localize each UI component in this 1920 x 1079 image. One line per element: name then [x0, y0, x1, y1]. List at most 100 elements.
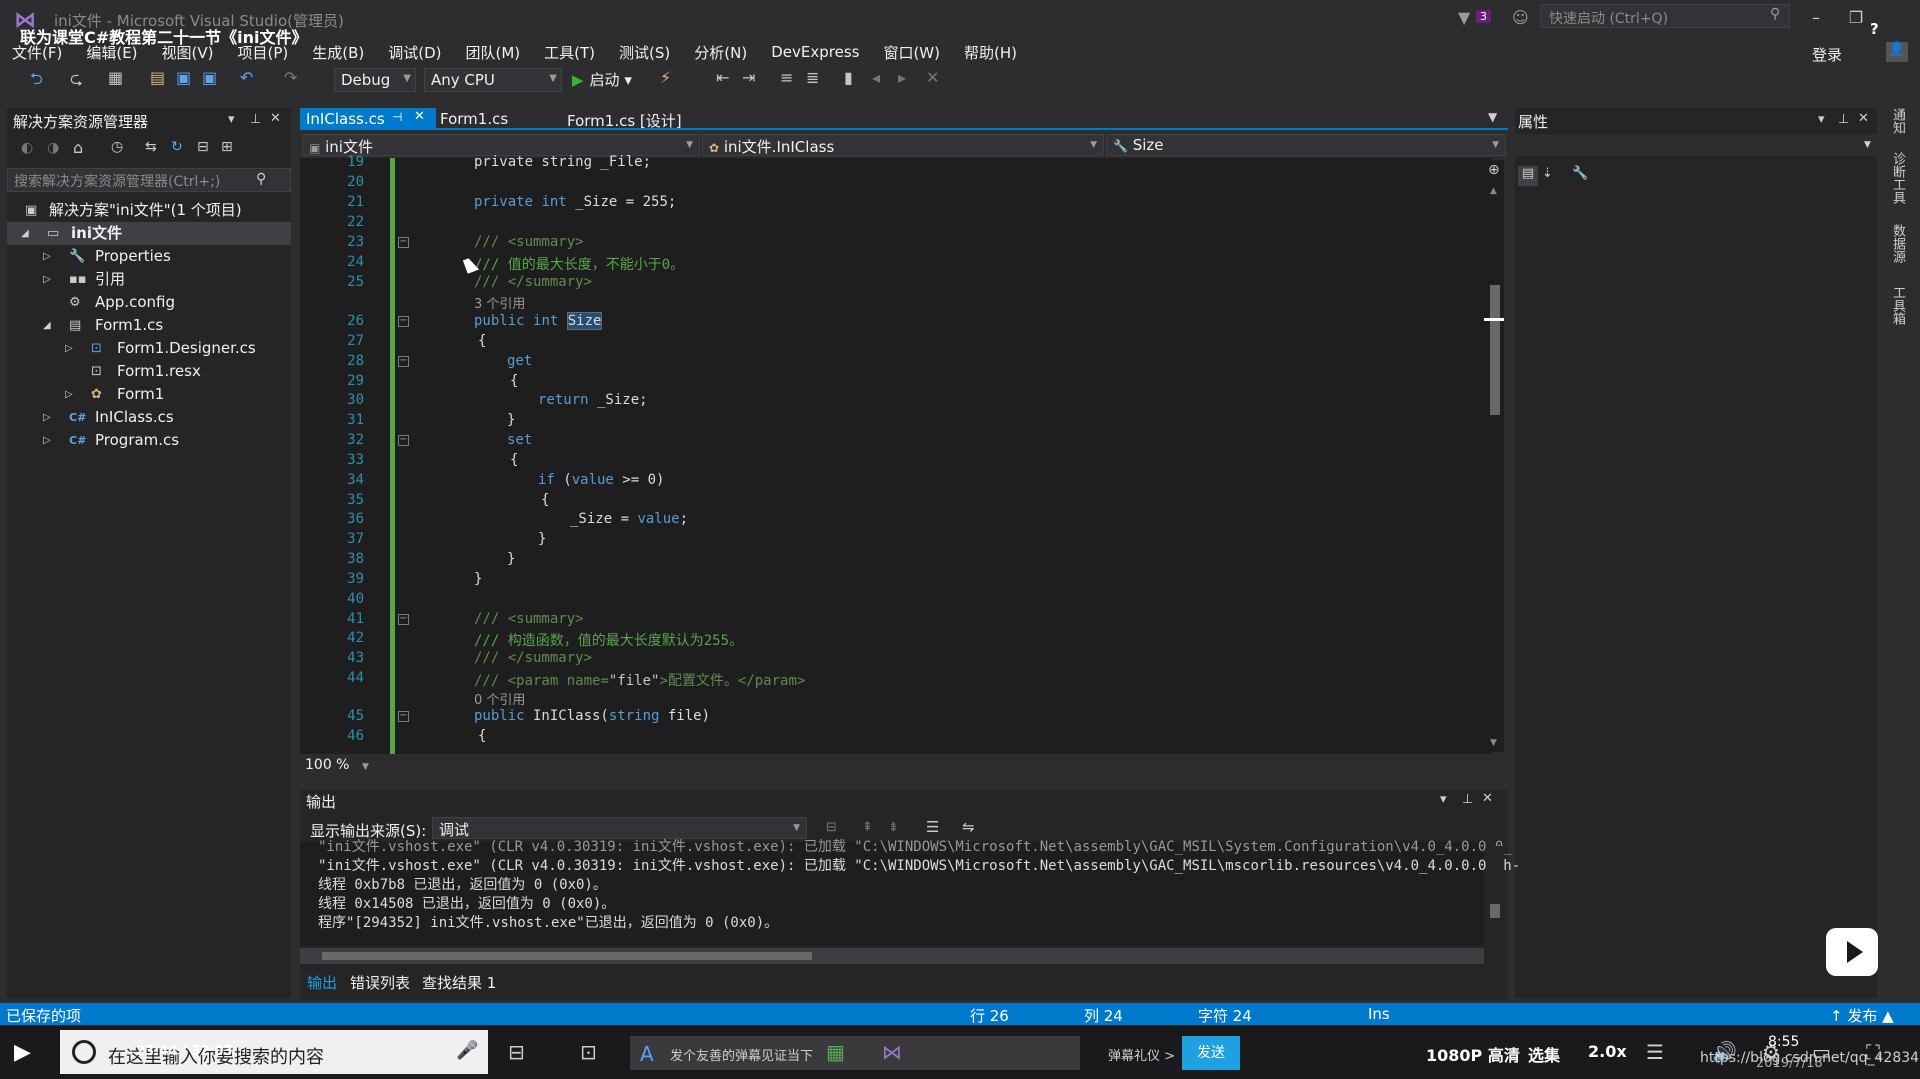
find-message-icon[interactable]: ⊟ — [826, 820, 837, 835]
next-message-icon[interactable]: ⇟ — [888, 820, 899, 835]
show-all-files-icon[interactable]: ⊞ — [221, 139, 233, 155]
save-all-icon[interactable]: ▣ — [202, 68, 217, 87]
play-icon[interactable]: ▶ — [14, 1040, 31, 1065]
tree-item-program-cs[interactable]: ▷ C# Program.cs — [7, 429, 291, 452]
clear-bookmarks-icon[interactable]: ✕ — [926, 68, 939, 87]
publish-button[interactable]: ↑ 发布 ▲ — [1830, 1005, 1894, 1026]
playback-speed[interactable]: 2.0x — [1588, 1042, 1627, 1061]
notification-filter-icon[interactable]: ▼ — [1458, 8, 1470, 27]
scroll-up-arrow-icon[interactable]: ▲ — [1490, 186, 1497, 196]
collapse-region-icon[interactable]: − — [398, 316, 409, 327]
start-debugging-button[interactable]: ▶ 启动 ▾ — [572, 69, 632, 90]
split-window-icon[interactable]: ⊕ — [1488, 162, 1500, 178]
collapse-region-icon[interactable]: − — [398, 614, 409, 625]
expand-arrow-icon[interactable]: ▷ — [65, 337, 73, 360]
tree-item-form1-resx[interactable]: ⊡ Form1.resx — [7, 360, 291, 383]
navigate-back-icon[interactable]: ⮌ — [30, 68, 43, 95]
next-bookmark-icon[interactable]: ▸ — [898, 68, 906, 87]
menu-file[interactable]: 文件(F) — [12, 42, 74, 63]
undo-icon[interactable]: ↶ — [240, 68, 253, 87]
history-icon[interactable]: ◷ — [111, 139, 123, 155]
help-icon[interactable]: ? — [1870, 20, 1879, 38]
menu-window[interactable]: 窗口(W) — [883, 42, 952, 63]
expand-arrow-icon[interactable]: ▷ — [65, 383, 73, 406]
new-project-icon[interactable]: ▦ — [108, 68, 123, 87]
tab-output[interactable]: 输出 — [307, 972, 337, 993]
danmaku-settings-icon[interactable]: A — [640, 1042, 654, 1066]
store-icon[interactable]: ⊡ — [580, 1040, 597, 1064]
outdent-icon[interactable]: ≡ — [780, 68, 793, 87]
close-icon[interactable]: ✕ — [1858, 111, 1869, 126]
collapse-arrow-icon[interactable]: ◢ — [43, 314, 51, 337]
tree-item-iniclass-cs[interactable]: ▷ C# InIClass.cs — [7, 406, 291, 429]
visual-studio-taskbar-icon[interactable]: ⋈ — [882, 1040, 902, 1064]
pin-icon[interactable]: ⊥ — [250, 112, 261, 127]
pin-icon[interactable]: ⊥ — [1462, 792, 1473, 807]
notepad-icon[interactable]: ▦ — [826, 1040, 845, 1064]
task-view-icon[interactable]: ⊟ — [508, 1040, 525, 1064]
danmaku-input[interactable]: 发个友善的弹幕见证当下 — [670, 1045, 813, 1064]
scrollbar-thumb[interactable] — [1490, 285, 1500, 415]
expand-arrow-icon[interactable]: ▷ — [43, 268, 51, 291]
navigate-forward-icon[interactable]: ⮎ — [70, 68, 83, 95]
menu-edit[interactable]: 编辑(E) — [86, 42, 149, 63]
expand-arrow-icon[interactable]: ▷ — [43, 245, 51, 268]
menu-build[interactable]: 生成(B) — [312, 42, 376, 63]
save-icon[interactable]: ▣ — [176, 68, 191, 87]
redo-icon[interactable]: ↷ — [284, 68, 297, 87]
tree-item-form1-cs[interactable]: ◢ ▤ Form1.cs — [7, 314, 291, 337]
menu-test[interactable]: 测试(S) — [619, 42, 682, 63]
close-icon[interactable]: ✕ — [414, 109, 425, 124]
tab-form1-designer[interactable]: Form1.cs [设计] — [561, 108, 688, 130]
panel-menu-chevron-icon[interactable]: ▾ — [1440, 792, 1447, 807]
panel-menu-chevron-icon[interactable]: ▾ — [1818, 112, 1825, 127]
menu-devexpress[interactable]: DevExpress — [771, 43, 871, 61]
bookmark-icon[interactable]: ▮ — [844, 68, 853, 87]
type-navigation-combo[interactable]: ✿ ini文件.InIClass ▼ — [702, 134, 1104, 156]
previous-bookmark-icon[interactable]: ◂ — [872, 68, 880, 87]
home-icon[interactable]: ⌂ — [73, 138, 83, 157]
sync-icon[interactable]: ⇆ — [145, 139, 157, 155]
clear-all-icon[interactable]: ☰ — [926, 818, 939, 836]
toggle-word-wrap-icon[interactable]: ⇋ — [962, 818, 975, 836]
account-icon[interactable]: 👤 — [1886, 42, 1908, 62]
refresh-icon[interactable]: ↻ — [171, 139, 183, 155]
danmaku-toggle-icon[interactable]: ☰ — [1646, 1040, 1664, 1064]
close-icon[interactable]: ✕ — [1482, 791, 1493, 806]
danmaku-etiquette-link[interactable]: 弹幕礼仪 > — [1108, 1045, 1175, 1064]
collapse-region-icon[interactable]: − — [398, 711, 409, 722]
tree-item-form1-designer[interactable]: ▷ ⊡ Form1.Designer.cs — [7, 337, 291, 360]
menu-debug[interactable]: 调试(D) — [388, 42, 453, 63]
collapse-all-icon[interactable]: ⊟ — [197, 139, 209, 155]
panel-menu-chevron-icon[interactable]: ▾ — [228, 112, 235, 127]
expand-arrow-icon[interactable]: ▷ — [43, 406, 51, 429]
codelens-references[interactable]: 0 个引用 — [474, 689, 525, 708]
side-tab-toolbox[interactable]: 工具箱 — [1888, 286, 1907, 325]
forward-icon[interactable]: ◑ — [47, 140, 59, 156]
solution-platform-select[interactable]: Any CPU ▼ — [424, 68, 562, 92]
editor-vertical-scrollbar[interactable] — [1486, 160, 1504, 752]
alphabetical-icon[interactable]: ⇣ — [1542, 166, 1553, 181]
chevron-down-icon[interactable]: ▼ — [1864, 140, 1871, 150]
login-link[interactable]: 登录 — [1812, 44, 1842, 65]
side-tab-diagnostic-tools[interactable]: 诊断工具 — [1888, 152, 1907, 204]
tree-item-references[interactable]: ▷ ▪▪ 引用 — [7, 268, 291, 291]
scroll-down-arrow-icon[interactable]: ▼ — [1490, 738, 1497, 748]
episodes-button[interactable]: 选集 — [1528, 1042, 1560, 1066]
bilibili-tv-logo-icon[interactable] — [1826, 928, 1878, 976]
collapse-region-icon[interactable]: − — [398, 356, 409, 367]
scrollbar-thumb[interactable] — [1490, 904, 1500, 918]
pin-icon[interactable]: ⊣ — [392, 110, 402, 124]
property-pages-icon[interactable]: 🔧 — [1572, 166, 1588, 181]
zoom-level-select[interactable]: 100 % ▼ — [305, 757, 369, 773]
open-file-icon[interactable]: ▤ — [150, 68, 165, 87]
indent-icon[interactable]: ≣ — [806, 68, 819, 87]
output-vertical-scrollbar[interactable] — [1486, 846, 1504, 946]
tab-error-list[interactable]: 错误列表 — [350, 972, 410, 993]
member-navigation-combo[interactable]: 🔧 Size ▼ — [1106, 134, 1506, 156]
tab-form1-cs[interactable]: Form1.cs — [434, 108, 514, 130]
search-icon[interactable]: ⚲ — [256, 171, 266, 187]
back-icon[interactable]: ◐ — [21, 140, 33, 156]
tab-overflow-chevron-icon[interactable]: ▼ — [1488, 110, 1497, 124]
side-tab-notifications[interactable]: 通知 — [1888, 108, 1907, 134]
